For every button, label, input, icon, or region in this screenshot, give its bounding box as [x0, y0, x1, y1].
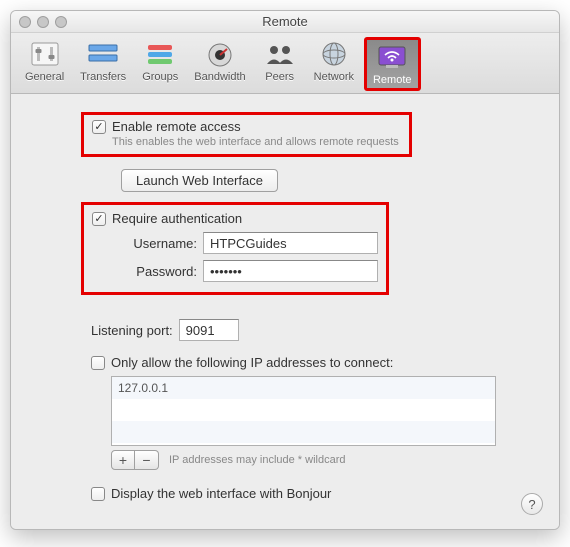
tab-label: Bandwidth	[194, 71, 245, 83]
ip-list-item: 127.0.0.1	[118, 381, 489, 395]
people-icon	[262, 39, 298, 69]
add-ip-button[interactable]: +	[111, 450, 135, 470]
tab-groups[interactable]: Groups	[136, 37, 184, 91]
ip-address-list[interactable]: 127.0.0.1	[111, 376, 496, 446]
tab-remote[interactable]: Remote	[364, 37, 421, 91]
groups-icon	[142, 39, 178, 69]
help-button[interactable]: ?	[521, 493, 543, 515]
ip-restrict-label: Only allow the following IP addresses to…	[111, 355, 393, 370]
wifi-monitor-icon	[374, 42, 410, 72]
tab-label: Peers	[265, 71, 294, 83]
tab-label: Network	[314, 71, 354, 83]
tab-label: Remote	[373, 74, 412, 86]
transfers-icon	[85, 39, 121, 69]
enable-remote-subtext: This enables the web interface and allow…	[112, 136, 399, 148]
tab-label: Transfers	[80, 71, 126, 83]
tab-peers[interactable]: Peers	[256, 37, 304, 91]
password-label: Password:	[112, 264, 197, 279]
username-input[interactable]	[203, 232, 378, 254]
titlebar: Remote	[11, 11, 559, 33]
bonjour-label: Display the web interface with Bonjour	[111, 486, 331, 501]
ip-wildcard-note: IP addresses may include * wildcard	[169, 454, 346, 466]
tab-transfers[interactable]: Transfers	[74, 37, 132, 91]
bonjour-checkbox[interactable]	[91, 487, 105, 501]
enable-remote-label: Enable remote access	[112, 119, 399, 134]
tab-general[interactable]: General	[19, 37, 70, 91]
tab-network[interactable]: Network	[308, 37, 360, 91]
remove-ip-button[interactable]: −	[135, 450, 159, 470]
gauge-icon	[202, 39, 238, 69]
listening-port-input[interactable]	[179, 319, 239, 341]
launch-web-interface-button[interactable]: Launch Web Interface	[121, 169, 278, 192]
enable-remote-checkbox[interactable]	[92, 120, 106, 134]
ip-restrict-checkbox[interactable]	[91, 356, 105, 370]
require-auth-label: Require authentication	[112, 211, 242, 226]
tab-label: General	[25, 71, 64, 83]
window-title: Remote	[11, 14, 559, 29]
slider-icon	[27, 39, 63, 69]
tab-bandwidth[interactable]: Bandwidth	[188, 37, 251, 91]
globe-icon	[316, 39, 352, 69]
listening-port-label: Listening port:	[91, 323, 173, 338]
username-label: Username:	[112, 236, 197, 251]
preferences-window: Remote General Transfers Groups Bandwidt…	[10, 10, 560, 530]
tab-label: Groups	[142, 71, 178, 83]
password-input[interactable]	[203, 260, 378, 282]
toolbar: General Transfers Groups Bandwidth Peers	[11, 33, 559, 94]
require-auth-checkbox[interactable]	[92, 212, 106, 226]
content-pane: Enable remote access This enables the we…	[11, 94, 559, 529]
